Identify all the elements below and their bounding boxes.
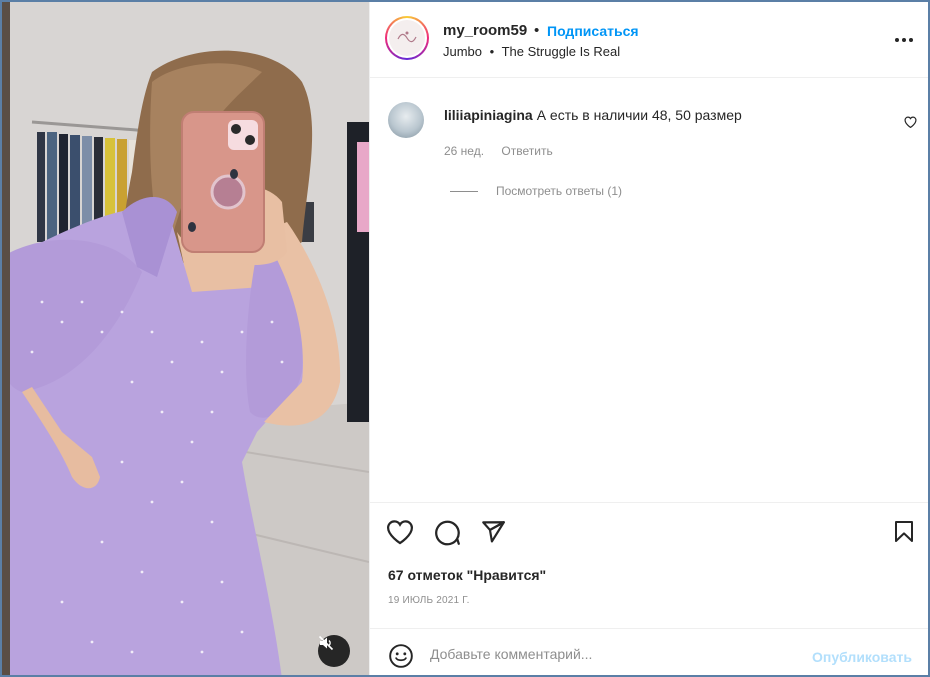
comment-age[interactable]: 26 нед. bbox=[444, 144, 484, 158]
header-separator: • bbox=[534, 22, 540, 39]
video-frame-illustration bbox=[2, 2, 369, 675]
audio-separator: • bbox=[489, 44, 495, 59]
post-header: my_room59 • Подписаться Jumbo • The Stru… bbox=[370, 2, 928, 78]
boutique-logo-icon bbox=[389, 20, 425, 56]
view-replies-button[interactable]: Посмотреть ответы (1) bbox=[450, 184, 622, 198]
audio-attribution: Jumbo • The Struggle Is Real bbox=[443, 44, 620, 59]
commenter-avatar[interactable] bbox=[388, 102, 424, 138]
author-avatar[interactable] bbox=[385, 16, 429, 60]
view-replies-label: Посмотреть ответы (1) bbox=[496, 184, 623, 198]
bookmark-icon[interactable] bbox=[892, 519, 916, 550]
commenter-username[interactable]: liliiapiniagina bbox=[444, 107, 533, 123]
comment-body: liliiapiniagina А есть в наличии 48, 50 р… bbox=[444, 107, 742, 123]
comment-input[interactable] bbox=[430, 641, 810, 667]
author-username[interactable]: my_room59 bbox=[443, 22, 527, 39]
heart-icon[interactable] bbox=[386, 519, 414, 550]
post-video[interactable] bbox=[2, 2, 369, 675]
reply-button[interactable]: Ответить bbox=[501, 144, 552, 158]
emoji-icon[interactable] bbox=[388, 643, 414, 674]
replies-divider bbox=[450, 190, 478, 192]
speaker-muted-icon bbox=[318, 635, 334, 651]
mute-toggle-button[interactable] bbox=[318, 635, 350, 667]
comment-item: liliiapiniagina А есть в наличии 48, 50 р… bbox=[370, 78, 928, 208]
post-details-panel: my_room59 • Подписаться Jumbo • The Stru… bbox=[369, 2, 928, 675]
audio-title-link[interactable]: The Struggle Is Real bbox=[502, 44, 621, 59]
post-actions: 67 отметок "Нравится" 19 ИЮЛЬ 2021 Г. bbox=[370, 502, 928, 628]
comment-meta: 26 нед. Ответить bbox=[444, 144, 567, 158]
post-date[interactable]: 19 ИЮЛЬ 2021 Г. bbox=[388, 595, 470, 606]
likes-count[interactable]: 67 отметок "Нравится" bbox=[388, 567, 546, 583]
share-icon[interactable] bbox=[480, 519, 506, 550]
comment-text: А есть в наличии 48, 50 размер bbox=[536, 107, 742, 123]
follow-button[interactable]: Подписаться bbox=[547, 23, 639, 39]
publish-button[interactable]: Опубликовать bbox=[812, 649, 912, 665]
add-comment-bar: Опубликовать bbox=[370, 628, 928, 675]
audio-artist-link[interactable]: Jumbo bbox=[443, 44, 482, 59]
comment-like-heart-icon[interactable] bbox=[904, 115, 917, 133]
more-options-icon[interactable] bbox=[892, 30, 916, 50]
comment-icon[interactable] bbox=[434, 519, 461, 551]
post-dialog: my_room59 • Подписаться Jumbo • The Stru… bbox=[0, 0, 930, 677]
